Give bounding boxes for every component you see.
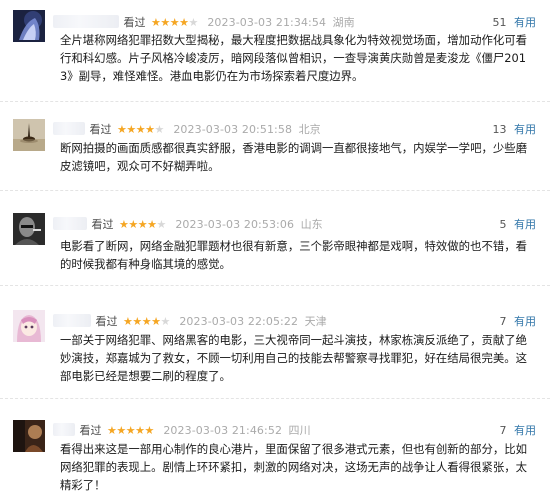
- votes: 7 有用: [500, 423, 537, 439]
- review-header: 看过 ★★★★★ 2023-03-03 21:34:54 湖南: [53, 15, 355, 31]
- watch-status: 看过: [123, 16, 146, 29]
- avatar-icon[interactable]: [13, 213, 45, 245]
- review-date: 2023-03-03 21:34:54: [207, 16, 327, 29]
- review-location: 北京: [298, 123, 321, 136]
- votes: 51 有用: [493, 15, 537, 31]
- avatar-icon[interactable]: [13, 420, 45, 452]
- rating-stars: ★★★★★: [123, 315, 170, 328]
- review-header: 看过 ★★★★★ 2023-03-03 22:05:22 天津: [53, 314, 327, 330]
- review-location: 天津: [304, 315, 327, 328]
- avatar-icon[interactable]: [13, 310, 45, 342]
- review-content: 一部关于网络犯罪、网络黑客的电影，三大视帝同一起斗演技，林家栋演反派绝了，贡献了…: [60, 333, 528, 383]
- review-date: 2023-03-03 20:51:58: [173, 123, 293, 136]
- votes: 13 有用: [493, 122, 537, 138]
- useful-button[interactable]: 有用: [514, 424, 536, 437]
- review-location: 湖南: [332, 16, 355, 29]
- divider: [0, 101, 550, 103]
- review-content: 电影看了断网，网络金融犯罪题材也很有新意，三个影帝眼神都是戏啊，特效做的也不错，…: [60, 239, 528, 271]
- useful-button[interactable]: 有用: [514, 16, 536, 29]
- useful-button[interactable]: 有用: [514, 123, 536, 136]
- vote-count: 7: [499, 315, 507, 328]
- divider: [0, 285, 550, 287]
- username-blurred[interactable]: [53, 217, 87, 230]
- review-header: 看过 ★★★★★ 2023-03-03 21:46:52 四川: [53, 423, 311, 439]
- username-blurred[interactable]: [53, 15, 119, 28]
- review-location: 山东: [300, 218, 323, 231]
- review-date: 2023-03-03 22:05:22: [179, 315, 299, 328]
- review-date: 2023-03-03 21:46:52: [163, 424, 283, 437]
- review-header: 看过 ★★★★★ 2023-03-03 20:53:06 山东: [53, 217, 323, 233]
- rating-stars: ★★★★★: [151, 16, 198, 29]
- rating-stars: ★★★★★: [117, 123, 164, 136]
- divider: [0, 190, 550, 192]
- votes: 5 有用: [500, 217, 537, 233]
- username-blurred[interactable]: [53, 314, 91, 327]
- useful-button[interactable]: 有用: [514, 315, 536, 328]
- review-content: 全片堪称网络犯罪招数大型揭秘，最大程度把数据战具象化为特效视觉场面，增加动作化可…: [60, 33, 528, 83]
- review-date: 2023-03-03 20:53:06: [175, 218, 295, 231]
- watch-status: 看过: [91, 218, 114, 231]
- review-location: 四川: [288, 424, 311, 437]
- votes: 7 有用: [500, 314, 537, 330]
- divider: [0, 398, 550, 400]
- avatar-icon[interactable]: [13, 119, 45, 151]
- watch-status: 看过: [79, 424, 102, 437]
- vote-count: 13: [492, 123, 507, 136]
- rating-stars: ★★★★★: [119, 218, 166, 231]
- username-blurred[interactable]: [53, 423, 75, 436]
- useful-button[interactable]: 有用: [514, 218, 536, 231]
- review-content: 看得出来这是一部用心制作的良心港片，里面保留了很多港式元素，但也有创新的部分，比…: [60, 442, 528, 492]
- vote-count: 7: [499, 424, 507, 437]
- username-blurred[interactable]: [53, 122, 85, 135]
- watch-status: 看过: [89, 123, 112, 136]
- avatar-icon[interactable]: [13, 10, 45, 42]
- vote-count: 51: [492, 16, 507, 29]
- watch-status: 看过: [95, 315, 118, 328]
- review-content: 断网拍摄的画面质感都很真实舒服，香港电影的调调一直都很接地气，内娱学一学吧，少些…: [60, 141, 528, 173]
- vote-count: 5: [499, 218, 507, 231]
- rating-stars: ★★★★★: [107, 424, 154, 437]
- review-header: 看过 ★★★★★ 2023-03-03 20:51:58 北京: [53, 122, 321, 138]
